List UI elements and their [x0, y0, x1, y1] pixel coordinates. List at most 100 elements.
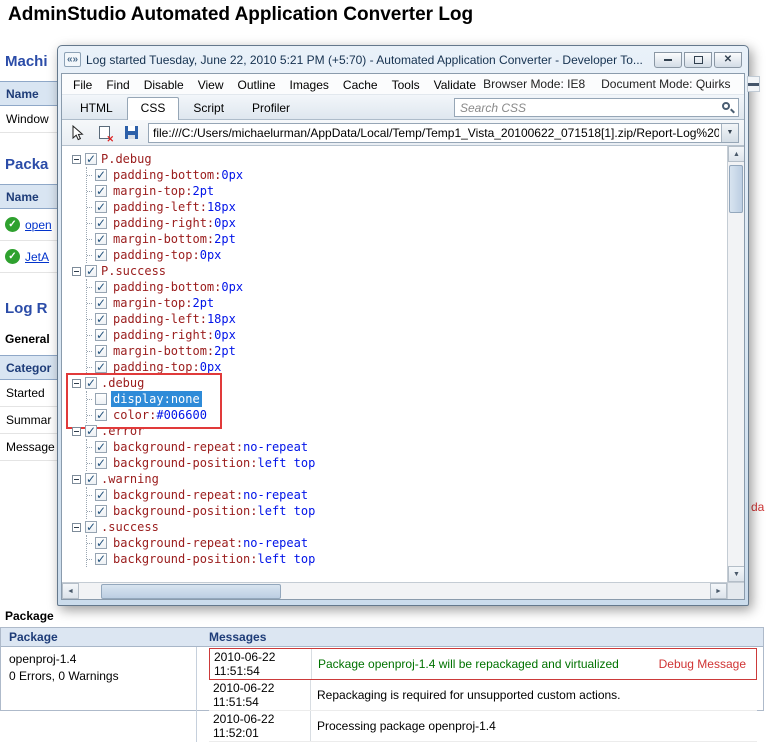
horizontal-scroll-thumb[interactable] [101, 584, 281, 599]
menu-item-file[interactable]: File [66, 76, 99, 94]
tab-html[interactable]: HTML [66, 97, 127, 119]
property-checkbox[interactable] [95, 169, 107, 181]
rule-checkbox[interactable] [85, 473, 97, 485]
tab-script[interactable]: Script [179, 97, 238, 119]
property-checkbox[interactable] [95, 281, 107, 293]
css-property-row[interactable]: color : #006600 [87, 407, 727, 423]
search-input[interactable]: Search CSS [454, 98, 739, 117]
property-separator: : [250, 455, 257, 471]
package-link[interactable]: JetA [25, 250, 49, 264]
property-name: background-position [113, 551, 250, 567]
property-checkbox[interactable] [95, 201, 107, 213]
collapse-icon[interactable] [72, 475, 81, 484]
css-property-row[interactable]: display : none [87, 391, 727, 407]
collapse-icon[interactable] [72, 427, 81, 436]
css-property-row[interactable]: padding-top : 0px [87, 247, 727, 263]
property-checkbox[interactable] [95, 185, 107, 197]
window-titlebar[interactable]: «» Log started Tuesday, June 22, 2010 5:… [61, 46, 745, 73]
select-element-button[interactable] [67, 123, 87, 143]
css-property-row[interactable]: padding-left : 18px [87, 311, 727, 327]
property-checkbox[interactable] [95, 441, 107, 453]
rule-checkbox[interactable] [85, 425, 97, 437]
scroll-left-button[interactable]: ◄ [62, 583, 79, 599]
collapse-icon[interactable] [72, 267, 81, 276]
clear-css-button[interactable]: ✕ [94, 123, 114, 143]
rule-checkbox[interactable] [85, 265, 97, 277]
css-pane: P.debug padding-bottom : 0px margin-top … [62, 146, 744, 582]
scroll-down-button[interactable]: ▼ [728, 566, 744, 582]
property-checkbox[interactable] [95, 345, 107, 357]
css-property-row[interactable]: padding-top : 0px [87, 359, 727, 375]
collapse-icon[interactable] [72, 379, 81, 388]
collapse-icon[interactable] [72, 523, 81, 532]
property-checkbox[interactable] [95, 537, 107, 549]
menu-item-outline[interactable]: Outline [231, 76, 283, 94]
property-value: 0px [214, 215, 236, 231]
menu-item-images[interactable]: Images [283, 76, 336, 94]
rule-checkbox[interactable] [85, 521, 97, 533]
menu-item-disable[interactable]: Disable [137, 76, 191, 94]
property-checkbox[interactable] [95, 393, 107, 405]
property-checkbox[interactable] [95, 297, 107, 309]
css-rule-row[interactable]: P.debug [72, 151, 727, 167]
css-property-row[interactable]: padding-right : 0px [87, 327, 727, 343]
property-checkbox[interactable] [95, 505, 107, 517]
css-rule-row[interactable]: .warning [72, 471, 727, 487]
pin-button[interactable] [747, 76, 760, 92]
menu-item-validate[interactable]: Validate [427, 76, 483, 94]
property-checkbox[interactable] [95, 233, 107, 245]
stylesheet-dropdown-button[interactable]: ▼ [721, 124, 738, 142]
menu-item-view[interactable]: View [191, 76, 231, 94]
minimize-button[interactable] [654, 52, 682, 68]
css-property-row[interactable]: padding-bottom : 0px [87, 167, 727, 183]
property-checkbox[interactable] [95, 329, 107, 341]
css-property-row[interactable]: padding-left : 18px [87, 199, 727, 215]
css-property-row[interactable]: margin-bottom : 2pt [87, 231, 727, 247]
menu-item-cache[interactable]: Cache [336, 76, 385, 94]
property-checkbox[interactable] [95, 217, 107, 229]
css-rule-row[interactable]: P.success [72, 263, 727, 279]
maximize-button[interactable] [684, 52, 712, 68]
stylesheet-selector[interactable]: file:///C:/Users/michaelurman/AppData/Lo… [148, 123, 739, 143]
rule-checkbox[interactable] [85, 153, 97, 165]
close-button[interactable]: ✕ [714, 52, 742, 68]
horizontal-scrollbar[interactable]: ◄ ► [62, 582, 744, 599]
tab-css[interactable]: CSS [127, 97, 180, 120]
css-property-row[interactable]: padding-bottom : 0px [87, 279, 727, 295]
property-checkbox[interactable] [95, 249, 107, 261]
scroll-up-button[interactable]: ▲ [728, 146, 744, 162]
browser-mode-label[interactable]: Browser Mode: IE8 [483, 77, 585, 91]
css-property-row[interactable]: margin-bottom : 2pt [87, 343, 727, 359]
css-property-row[interactable]: padding-right : 0px [87, 215, 727, 231]
property-checkbox[interactable] [95, 553, 107, 565]
save-button[interactable] [121, 123, 141, 143]
menu-item-find[interactable]: Find [99, 76, 136, 94]
css-property-row[interactable]: margin-top : 2pt [87, 183, 727, 199]
scroll-right-button[interactable]: ► [710, 583, 727, 599]
tab-profiler[interactable]: Profiler [238, 97, 304, 119]
rule-checkbox[interactable] [85, 377, 97, 389]
package-link[interactable]: open [25, 218, 52, 232]
property-checkbox[interactable] [95, 313, 107, 325]
property-checkbox[interactable] [95, 409, 107, 421]
css-property-row[interactable]: background-repeat : no-repeat [87, 487, 727, 503]
vertical-scroll-thumb[interactable] [729, 165, 743, 213]
property-checkbox[interactable] [95, 489, 107, 501]
vertical-scrollbar[interactable]: ▲ ▼ [727, 146, 744, 582]
css-property-row[interactable]: background-position : left top [87, 455, 727, 471]
search-icon[interactable] [721, 101, 735, 115]
css-rule-row[interactable]: .error [72, 423, 727, 439]
css-rule-row[interactable]: .debug [72, 375, 727, 391]
css-property-row[interactable]: margin-top : 2pt [87, 295, 727, 311]
css-property-row[interactable]: background-repeat : no-repeat [87, 439, 727, 455]
menu-item-tools[interactable]: Tools [385, 76, 427, 94]
css-rule-row[interactable]: .success [72, 519, 727, 535]
css-property-row[interactable]: background-position : left top [87, 503, 727, 519]
property-text: margin-top : 2pt [111, 183, 216, 199]
css-property-row[interactable]: background-repeat : no-repeat [87, 535, 727, 551]
collapse-icon[interactable] [72, 155, 81, 164]
property-checkbox[interactable] [95, 361, 107, 373]
document-mode-label[interactable]: Document Mode: Quirks [601, 77, 730, 91]
property-checkbox[interactable] [95, 457, 107, 469]
css-property-row[interactable]: background-position : left top [87, 551, 727, 567]
